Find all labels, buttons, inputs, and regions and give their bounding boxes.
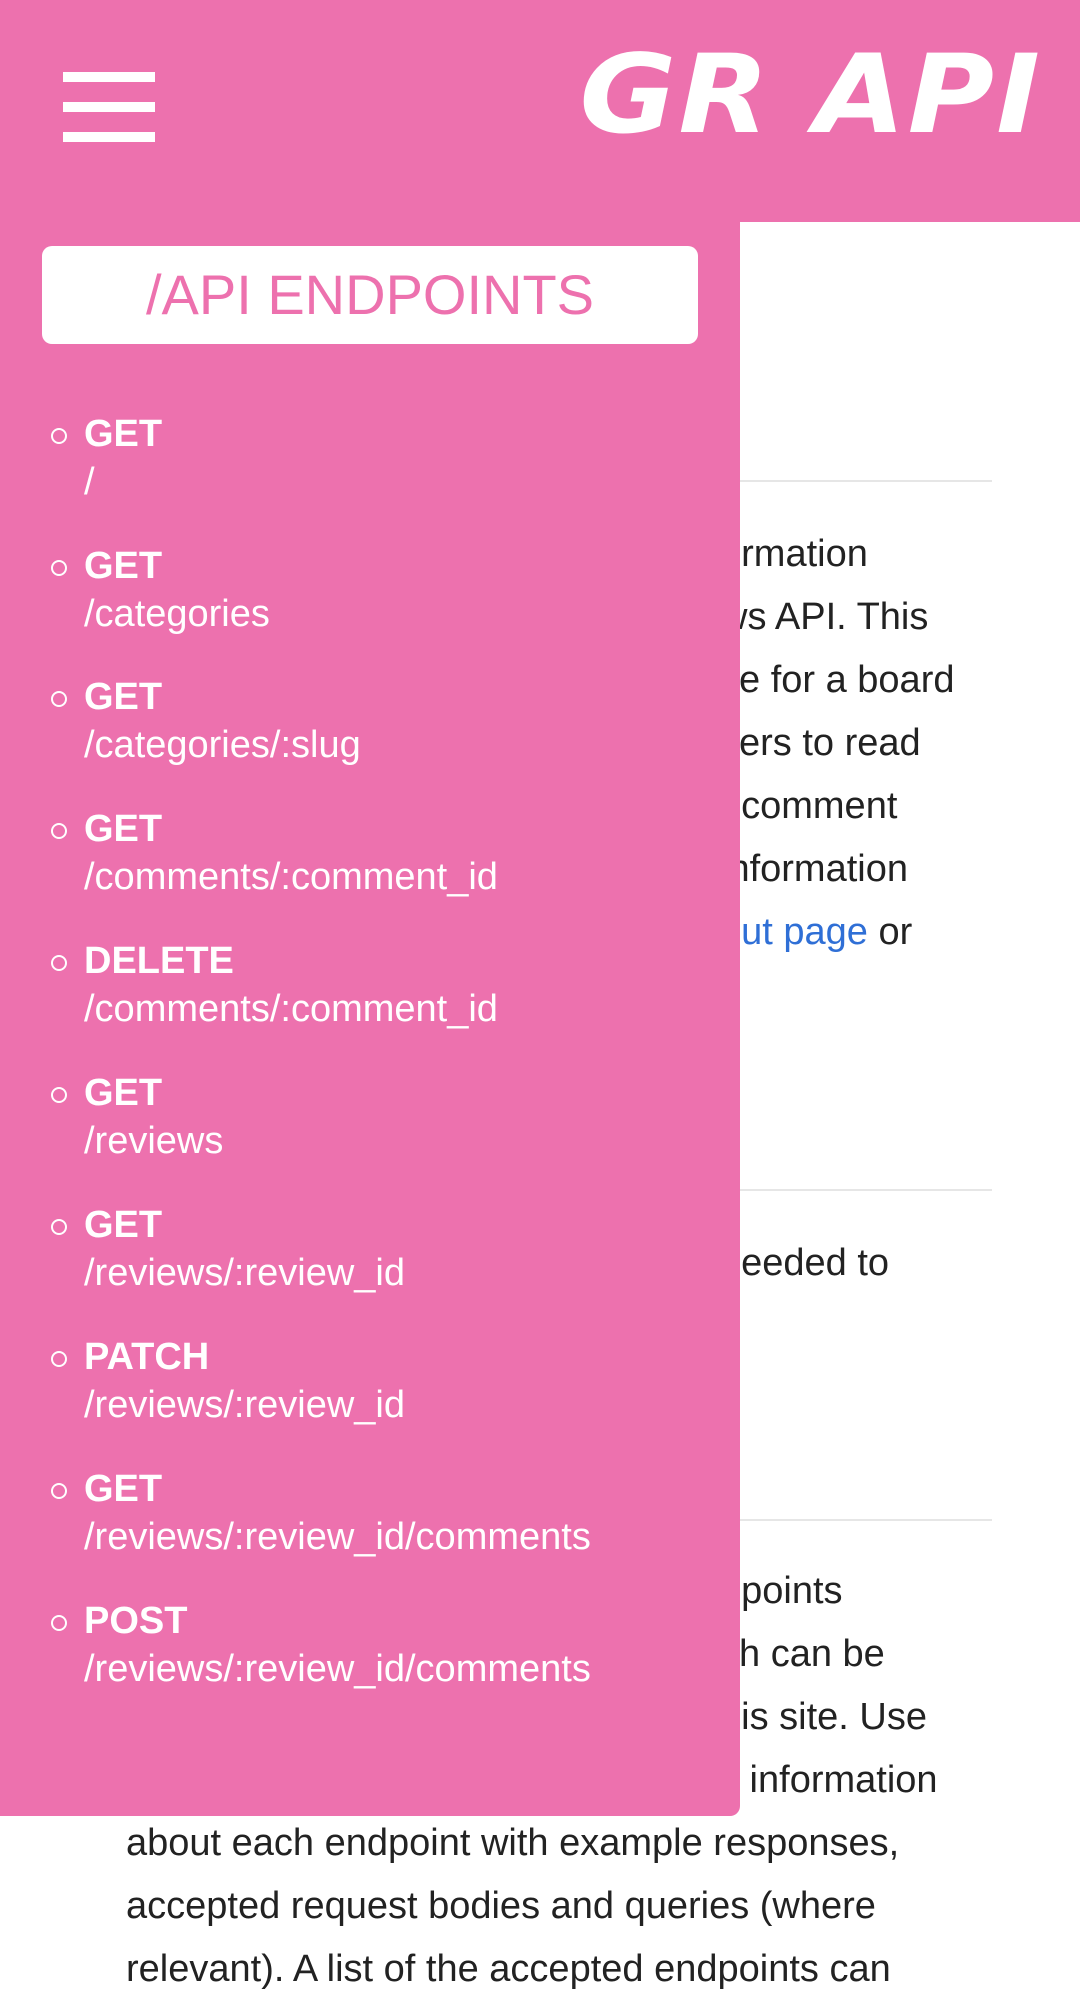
menu-icon[interactable] xyxy=(63,72,155,142)
endpoint-path: /reviews/:review_id xyxy=(84,1252,405,1294)
drawer-title[interactable]: /API ENDPOINTS xyxy=(42,246,698,344)
endpoint-method: POST xyxy=(84,1600,188,1642)
text-line: about each endpoint with example respons… xyxy=(126,1822,900,1864)
endpoint-item[interactable]: GET / xyxy=(0,408,740,528)
bullet-icon xyxy=(51,1483,67,1499)
endpoint-item[interactable]: PATCH /reviews/:review_id xyxy=(0,1331,740,1451)
endpoint-item[interactable]: GET /reviews xyxy=(0,1067,740,1187)
endpoint-item[interactable]: GET /categories xyxy=(0,540,740,660)
endpoint-method: GET xyxy=(84,1204,163,1246)
menu-icon-bar xyxy=(63,102,155,112)
app-header: GR API xyxy=(0,0,1080,222)
site-logo[interactable]: GR API xyxy=(579,40,1042,149)
endpoint-item[interactable]: GET /comments/:comment_id xyxy=(0,803,740,923)
bullet-icon xyxy=(51,1351,67,1367)
menu-icon-bar xyxy=(63,132,155,142)
endpoint-method: DELETE xyxy=(84,940,234,982)
bullet-icon xyxy=(51,955,67,971)
bullet-icon xyxy=(51,823,67,839)
endpoint-item[interactable]: GET /reviews/:review_id xyxy=(0,1199,740,1319)
bullet-icon xyxy=(51,1087,67,1103)
endpoint-path: /reviews/:review_id xyxy=(84,1384,405,1426)
endpoint-path: /reviews/:review_id/comments xyxy=(84,1516,591,1558)
endpoint-method: GET xyxy=(84,413,163,455)
endpoint-item[interactable]: POST /reviews/:review_id/comments xyxy=(0,1595,740,1715)
endpoint-item[interactable]: DELETE /comments/:comment_id xyxy=(0,935,740,1055)
endpoint-path: /reviews xyxy=(84,1120,224,1162)
endpoint-method: GET xyxy=(84,676,163,718)
endpoint-path: /categories/:slug xyxy=(84,724,361,766)
endpoint-item[interactable]: GET /reviews/:review_id/comments xyxy=(0,1463,740,1583)
endpoint-path: /reviews/:review_id/comments xyxy=(84,1648,591,1690)
text-fragment: or xyxy=(867,911,913,953)
bullet-icon xyxy=(51,1615,67,1631)
endpoint-path: /comments/:comment_id xyxy=(84,988,498,1030)
bullet-icon xyxy=(51,428,67,444)
endpoint-method: GET xyxy=(84,808,163,850)
endpoint-path: / xyxy=(84,461,95,503)
about-page-link[interactable]: out page xyxy=(720,911,868,953)
bullet-icon xyxy=(51,1219,67,1235)
text-line: relevant). A list of the accepted endpoi… xyxy=(126,1948,891,1990)
endpoint-path: /categories xyxy=(84,593,270,635)
bullet-icon xyxy=(51,691,67,707)
endpoint-item[interactable]: GET /categories/:slug xyxy=(0,671,740,791)
endpoint-method: GET xyxy=(84,1072,163,1114)
endpoint-method: GET xyxy=(84,545,163,587)
nav-drawer: /API ENDPOINTS GET / GET /categories GET… xyxy=(0,222,740,1816)
endpoint-method: GET xyxy=(84,1468,163,1510)
menu-icon-bar xyxy=(63,72,155,82)
bullet-icon xyxy=(51,560,67,576)
text-line: accepted request bodies and queries (whe… xyxy=(126,1885,876,1927)
endpoint-method: PATCH xyxy=(84,1336,210,1378)
endpoint-path: /comments/:comment_id xyxy=(84,856,498,898)
